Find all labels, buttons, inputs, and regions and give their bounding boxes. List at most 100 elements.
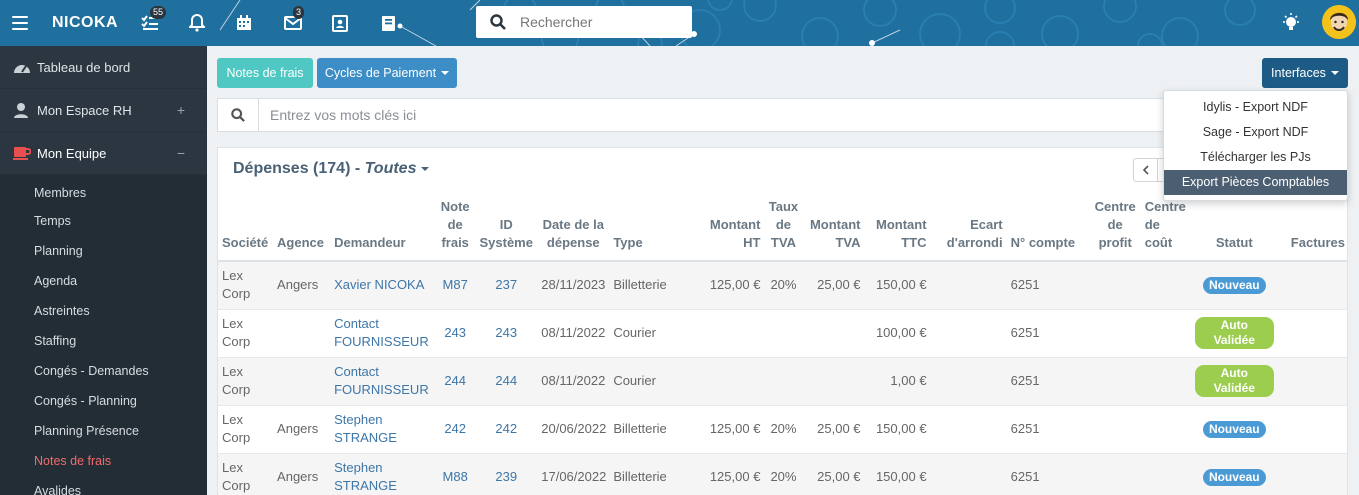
table-header-row: Société Agence Demandeur Note de frais I…: [218, 192, 1347, 262]
sidebar-item-temps[interactable]: Temps: [0, 206, 207, 236]
cell-demandeur[interactable]: Stephen STRANGE: [330, 453, 436, 495]
col-type[interactable]: Type: [609, 192, 689, 262]
sidebar-item-avalides[interactable]: Avalides: [0, 476, 207, 495]
cell-ht: [688, 357, 765, 406]
sidebar-item-mon-equipe[interactable]: Mon Equipe −: [0, 132, 207, 175]
bell-icon[interactable]: [187, 13, 207, 33]
menu-item-telecharger-pjs[interactable]: Télécharger les PJs: [1164, 145, 1347, 170]
col-id-systeme[interactable]: ID Système: [475, 192, 538, 262]
brand: NICOKA: [12, 0, 118, 46]
interfaces-button[interactable]: Interfaces: [1262, 58, 1348, 88]
cell-empty: [1277, 405, 1347, 454]
sidebar-item-conges-demandes[interactable]: Congés - Demandes: [0, 356, 207, 386]
cell-id[interactable]: 244: [475, 357, 538, 406]
cell-id[interactable]: 243: [475, 309, 538, 358]
cell-empty: [1089, 405, 1141, 454]
cell-ht: 125,00 €: [688, 261, 765, 310]
col-demandeur[interactable]: Demandeur: [330, 192, 436, 262]
chevron-down-icon[interactable]: [421, 166, 430, 171]
status-badge: Nouveau: [1202, 277, 1266, 295]
cell-type: Billetterie: [609, 261, 689, 310]
expand-icon[interactable]: +: [177, 102, 185, 118]
col-centre-profit[interactable]: Centre de profit: [1089, 192, 1141, 262]
contact-card-icon[interactable]: [330, 13, 350, 33]
cell-id[interactable]: 239: [475, 453, 538, 495]
col-note-de-frais[interactable]: Note de frais: [435, 192, 476, 262]
book-icon[interactable]: [378, 13, 398, 33]
cell-agence: [273, 357, 331, 406]
col-ecart-arrondi[interactable]: Ecart d'arrondi: [930, 192, 1007, 262]
sidebar-item-staffing[interactable]: Staffing: [0, 326, 207, 356]
notes-de-frais-button[interactable]: Notes de frais: [217, 58, 313, 88]
table-row[interactable]: Lex Corp Contact FOURNISSEUR 243 243 08/11/2…: [218, 309, 1347, 358]
sidebar-item-membres[interactable]: Membres: [0, 175, 207, 206]
cycles-paiement-button[interactable]: Cycles de Paiement: [317, 58, 457, 88]
tasks-icon[interactable]: 55: [140, 6, 167, 33]
mail-icon[interactable]: 3: [283, 6, 305, 33]
cell-demandeur[interactable]: Stephen STRANGE: [330, 405, 436, 454]
lightbulb-icon[interactable]: [1281, 13, 1301, 33]
col-societe[interactable]: Société: [218, 192, 274, 262]
cell-empty: [1089, 357, 1141, 406]
cell-type: Billetterie: [609, 453, 689, 495]
col-factures[interactable]: Factures: [1277, 192, 1347, 262]
table-row[interactable]: Lex Corp Angers Stephen STRANGE M88 239 17/06…: [218, 453, 1347, 495]
cell-statut: Auto Validée: [1190, 309, 1278, 358]
sidebar-item-planning-presence[interactable]: Planning Présence: [0, 416, 207, 446]
cell-taux: 20%: [764, 453, 803, 495]
cell-empty: [1277, 309, 1347, 358]
sidebar-item-notes-de-frais[interactable]: Notes de frais: [0, 446, 207, 476]
cell-type: Billetterie: [609, 405, 689, 454]
cycles-paiement-label: Cycles de Paiement: [324, 66, 437, 80]
calendar-icon[interactable]: [234, 13, 254, 33]
global-search-input[interactable]: Rechercher: [476, 6, 692, 38]
collapse-icon[interactable]: −: [177, 145, 185, 161]
coffee-icon: [13, 146, 31, 160]
cell-demandeur[interactable]: Contact FOURNISSEUR: [330, 309, 436, 358]
col-montant-ttc[interactable]: Montant TTC: [864, 192, 931, 262]
cell-empty: [1140, 261, 1191, 310]
menu-item-sage-export[interactable]: Sage - Export NDF: [1164, 120, 1347, 145]
cell-compte: 6251: [1006, 261, 1090, 310]
cell-note[interactable]: 244: [435, 357, 476, 406]
sidebar-section-label: Mon Equipe: [37, 145, 107, 161]
sidebar-item-mon-espace-rh[interactable]: Mon Espace RH +: [0, 89, 207, 132]
cell-note[interactable]: M88: [435, 453, 476, 495]
cell-empty: [930, 453, 1007, 495]
col-statut[interactable]: Statut: [1190, 192, 1278, 262]
user-avatar[interactable]: [1322, 5, 1356, 39]
col-agence[interactable]: Agence: [273, 192, 331, 262]
sidebar-item-astreintes[interactable]: Astreintes: [0, 296, 207, 326]
cell-taux: [764, 357, 803, 406]
cell-note[interactable]: M87: [435, 261, 476, 310]
col-numero-compte[interactable]: N° compte: [1006, 192, 1090, 262]
interfaces-dropdown-menu: Idylis - Export NDF Sage - Export NDF Té…: [1163, 90, 1348, 201]
table-row[interactable]: Lex Corp Angers Xavier NICOKA M87 237 28/11/2…: [218, 261, 1347, 310]
table-row[interactable]: Lex Corp Contact FOURNISSEUR 244 244 08/11/2…: [218, 357, 1347, 406]
sidebar-item-planning[interactable]: Planning: [0, 236, 207, 266]
table-row[interactable]: Lex Corp Angers Stephen STRANGE 242 242 20/06…: [218, 405, 1347, 454]
col-taux-tva[interactable]: Taux de TVA: [764, 192, 803, 262]
previous-page-button[interactable]: [1134, 159, 1158, 181]
cell-demandeur[interactable]: Xavier NICOKA: [330, 261, 436, 310]
cell-agence: Angers: [273, 261, 331, 310]
col-montant-tva[interactable]: Montant TVA: [802, 192, 865, 262]
filter-dropdown[interactable]: Toutes: [365, 160, 417, 177]
cell-societe: Lex Corp: [218, 261, 274, 310]
col-centre-cout[interactable]: Centre de coût: [1140, 192, 1191, 262]
col-montant-ht[interactable]: Montant HT: [688, 192, 765, 262]
cell-type: Courier: [609, 357, 689, 406]
cell-note[interactable]: 242: [435, 405, 476, 454]
sidebar-item-agenda[interactable]: Agenda: [0, 266, 207, 296]
menu-item-export-pieces-comptables[interactable]: Export Pièces Comptables: [1164, 170, 1347, 195]
cell-demandeur[interactable]: Contact FOURNISSEUR: [330, 357, 436, 406]
notes-de-frais-label: Notes de frais: [226, 66, 304, 80]
col-date-depense[interactable]: Date de la dépense: [537, 192, 610, 262]
cell-id[interactable]: 242: [475, 405, 538, 454]
sidebar-item-tableau-de-bord[interactable]: Tableau de bord: [0, 46, 207, 89]
cell-note[interactable]: 243: [435, 309, 476, 358]
sidebar-item-conges-planning[interactable]: Congés - Planning: [0, 386, 207, 416]
hamburger-menu-icon[interactable]: [12, 16, 28, 30]
menu-item-idylis-export[interactable]: Idylis - Export NDF: [1164, 95, 1347, 120]
cell-id[interactable]: 237: [475, 261, 538, 310]
